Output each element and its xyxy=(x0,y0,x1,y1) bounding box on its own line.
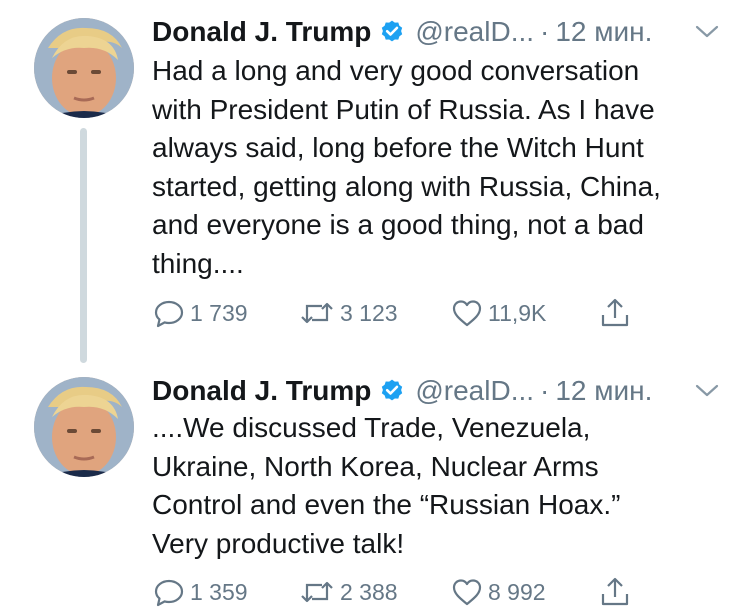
separator-dot: · xyxy=(540,375,550,406)
share-button[interactable] xyxy=(598,575,636,609)
author-handle[interactable]: @realD... xyxy=(415,16,534,48)
reply-icon xyxy=(154,300,184,328)
tweet-header: Donald J. Trump @realD... · 12 мин. xyxy=(152,10,652,54)
avatar-image xyxy=(34,377,134,477)
reply-count: 1 359 xyxy=(190,578,248,605)
retweet-button[interactable]: 3 123 xyxy=(298,296,398,330)
author-name[interactable]: Donald J. Trump xyxy=(152,375,371,407)
tweet-header: Donald J. Trump @realD... · 12 мин. xyxy=(152,369,652,413)
separator-dot: · xyxy=(540,16,550,47)
tweet-text: Had a long and very good conversation wi… xyxy=(152,55,661,279)
reply-count: 1 739 xyxy=(190,299,248,326)
reply-button[interactable]: 1 359 xyxy=(152,575,248,609)
retweet-count: 3 123 xyxy=(340,299,398,326)
tweet[interactable]: Donald J. Trump @realD... · 12 мин. ....… xyxy=(0,365,750,616)
reply-icon xyxy=(154,579,184,607)
retweet-icon xyxy=(301,581,333,603)
heart-icon xyxy=(452,579,482,606)
avatar-image xyxy=(34,18,134,118)
tweet-text: ....We discussed Trade, Venezuela, Ukrai… xyxy=(152,412,621,559)
tweet-actions: 1 739 3 123 11,9K xyxy=(152,296,712,330)
chevron-down-icon[interactable] xyxy=(694,24,720,40)
avatar[interactable] xyxy=(34,377,134,477)
share-icon xyxy=(601,577,629,606)
tweet-actions: 1 359 2 388 8 992 xyxy=(152,575,712,609)
like-count: 11,9K xyxy=(488,299,547,326)
retweet-count: 2 388 xyxy=(340,578,398,605)
retweet-button[interactable]: 2 388 xyxy=(298,575,398,609)
tweet[interactable]: Donald J. Trump @realD... · 12 мин. Had … xyxy=(0,0,750,365)
timestamp[interactable]: 12 мин. xyxy=(555,16,652,48)
like-count: 8 992 xyxy=(488,578,546,605)
verified-badge-icon xyxy=(382,379,403,401)
timestamp[interactable]: 12 мин. xyxy=(555,375,652,407)
verified-badge-icon xyxy=(382,20,403,42)
share-icon xyxy=(601,298,629,327)
like-button[interactable]: 8 992 xyxy=(450,575,546,609)
avatar[interactable] xyxy=(34,18,134,118)
author-handle[interactable]: @realD... xyxy=(415,375,534,407)
reply-button[interactable]: 1 739 xyxy=(152,296,248,330)
chevron-down-icon[interactable] xyxy=(694,383,720,399)
share-button[interactable] xyxy=(598,296,636,330)
author-name[interactable]: Donald J. Trump xyxy=(152,16,371,48)
heart-icon xyxy=(452,300,482,327)
like-button[interactable]: 11,9K xyxy=(450,296,546,330)
retweet-icon xyxy=(301,302,333,324)
